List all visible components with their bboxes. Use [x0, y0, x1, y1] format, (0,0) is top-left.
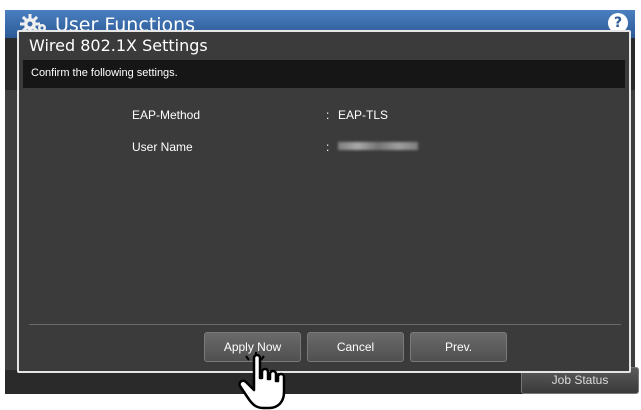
prev-button[interactable]: Prev. [410, 332, 507, 362]
user-name-label: User Name [132, 140, 193, 154]
hand-pointer-icon [238, 352, 286, 410]
eap-method-separator: : [326, 108, 330, 122]
user-name-separator: : [326, 140, 330, 154]
eap-method-value: EAP-TLS [338, 108, 389, 122]
dialog-title: Wired 802.1X Settings [29, 36, 208, 55]
settings-dialog: Wired 802.1X Settings Confirm the follow… [17, 30, 631, 373]
divider [29, 324, 621, 325]
confirm-message: Confirm the following settings. [31, 67, 178, 79]
cancel-button[interactable]: Cancel [307, 332, 404, 362]
eap-method-label: EAP-Method [132, 108, 201, 122]
confirm-message-bar: Confirm the following settings. [23, 60, 625, 88]
user-name-value-redacted [338, 142, 418, 150]
